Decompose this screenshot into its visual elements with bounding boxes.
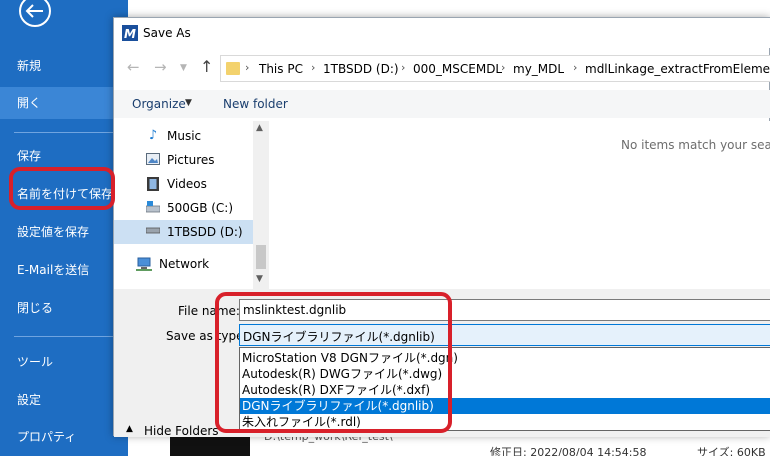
music-icon: ♪	[148, 128, 158, 143]
tree-item-drive-d[interactable]: 1TBSDD (D:)	[114, 220, 254, 244]
background-file-size: サイズ: 60KB	[697, 446, 766, 456]
chevron-right-icon[interactable]: ›	[245, 61, 249, 74]
back-icon[interactable]: ←	[127, 58, 140, 76]
scroll-up-icon[interactable]: ▲	[256, 123, 263, 133]
organize-button[interactable]: Organize	[132, 97, 186, 111]
sidebar-item-close[interactable]: 閉じる	[0, 292, 128, 324]
chevron-right-icon[interactable]: ›	[573, 61, 577, 74]
sidebar-item-settings[interactable]: 設定	[0, 384, 128, 416]
folder-icon	[226, 62, 240, 75]
tree-item-videos[interactable]: Videos	[114, 172, 254, 196]
sidebar-item-send-email[interactable]: E-Mailを送信	[0, 254, 128, 286]
up-folder-icon[interactable]: ↑	[200, 57, 213, 76]
tree-item-label: Videos	[167, 177, 207, 191]
chevron-right-icon[interactable]: ›	[311, 61, 315, 74]
breadcrumb-drive-d[interactable]: 1TBSDD (D:)	[323, 62, 399, 76]
sidebar-divider	[14, 336, 114, 337]
chevron-right-icon[interactable]: ›	[501, 61, 505, 74]
sidebar-divider	[14, 132, 114, 133]
chevron-up-icon: ▲	[126, 424, 133, 434]
tree-item-music[interactable]: ♪ Music	[114, 124, 254, 148]
breadcrumb-folder-msce[interactable]: 000_MSCEMDL	[413, 62, 502, 76]
chevron-down-icon[interactable]: ▼	[185, 98, 192, 108]
scrollbar-thumb[interactable]	[256, 245, 266, 269]
sidebar-item-properties[interactable]: プロパティ	[0, 421, 128, 453]
forward-icon[interactable]: →	[154, 58, 167, 76]
address-bar[interactable]: › This PC › 1TBSDD (D:) › 000_MSCEMDL › …	[220, 55, 770, 82]
dialog-titlebar[interactable]: M Save As	[114, 18, 770, 48]
navigation-bar: ← → ▼ ↑ › This PC › 1TBSDD (D:) › 000_MS…	[114, 52, 770, 86]
tree-item-network[interactable]: Network	[114, 252, 254, 276]
highlight-dropdown-annotation	[215, 292, 452, 433]
navigation-pane: ♪ Music Pictures Videos 500GB (C:) 1TBSD…	[114, 121, 269, 289]
drive-c-icon	[145, 201, 161, 215]
tree-item-pictures[interactable]: Pictures	[114, 148, 254, 172]
tree-item-label: Music	[167, 129, 202, 143]
svg-text:M: M	[124, 27, 136, 41]
recent-locations-chevron-icon[interactable]: ▼	[180, 63, 187, 73]
highlight-save-as-annotation	[9, 167, 115, 210]
sidebar-item-new[interactable]: 新規	[0, 50, 128, 82]
tree-item-label: 1TBSDD (D:)	[167, 225, 243, 239]
drive-d-icon	[145, 225, 161, 239]
hide-folders-button[interactable]: ▲ Hide Folders	[126, 424, 219, 438]
sidebar-item-tools[interactable]: ツール	[0, 346, 128, 378]
tree-item-label: Pictures	[167, 153, 215, 167]
breadcrumb-folder-current[interactable]: mdlLinkage_extractFromElement	[585, 62, 770, 76]
new-folder-button[interactable]: New folder	[223, 97, 288, 111]
nav-scrollbar[interactable]: ▲ ▼	[253, 121, 269, 289]
empty-results-message: No items match your search.	[621, 138, 770, 152]
file-list-pane[interactable]: No items match your search.	[272, 121, 770, 289]
hide-folders-label: Hide Folders	[144, 424, 219, 438]
breadcrumb-folder-my-mdl[interactable]: my_MDL	[513, 62, 564, 76]
tree-item-label: Network	[159, 257, 210, 271]
videos-icon	[146, 177, 160, 191]
background-modified-date: 修正日: 2022/08/04 14:54:58	[490, 446, 647, 456]
scroll-down-icon[interactable]: ▼	[256, 274, 263, 284]
tree-item-label: 500GB (C:)	[167, 201, 234, 215]
sidebar-item-open[interactable]: 開く	[0, 87, 128, 119]
back-arrow-icon[interactable]	[17, 0, 53, 28]
pictures-icon	[146, 153, 160, 167]
breadcrumb-this-pc[interactable]: This PC	[259, 62, 303, 76]
chevron-right-icon[interactable]: ›	[401, 61, 405, 74]
backstage-sidebar: 新規 開く 保存 名前を付けて保存 設定値を保存 E-Mailを送信 閉じる ツ…	[0, 0, 128, 456]
sidebar-item-save-settings[interactable]: 設定値を保存	[0, 216, 128, 248]
tree-item-drive-c[interactable]: 500GB (C:)	[114, 196, 254, 220]
microstation-logo-icon: M	[122, 25, 138, 41]
dialog-toolbar: Organize ▼ New folder	[114, 90, 770, 118]
dialog-title: Save As	[143, 26, 191, 40]
network-icon	[136, 257, 152, 271]
